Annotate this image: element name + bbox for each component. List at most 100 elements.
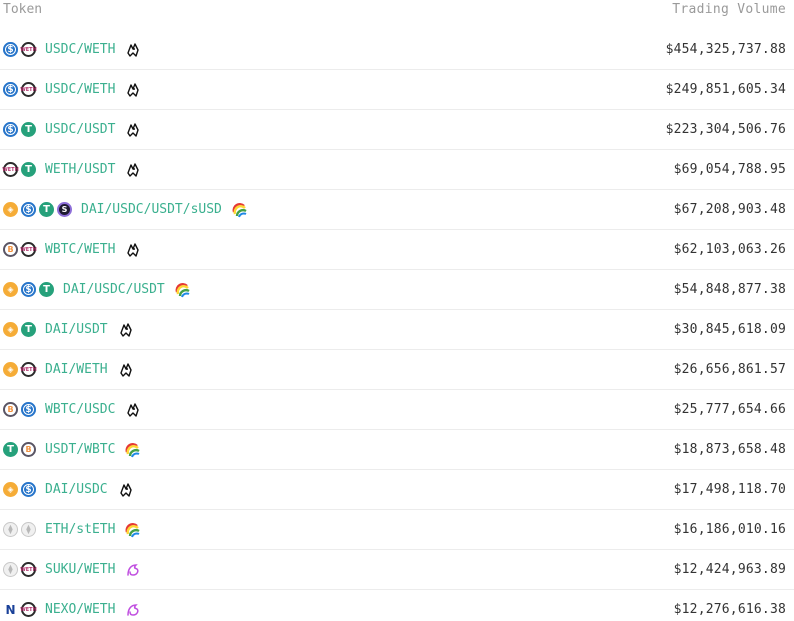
- table-row[interactable]: $ WETH USDC/WETH $454,325,737.88: [0, 30, 794, 70]
- sushi-icon: [125, 162, 141, 178]
- table-row[interactable]: ⧫ ⧫ ETH/stETH $16,186,010.16: [0, 510, 794, 550]
- token-icons: WETH T: [2, 162, 39, 177]
- trading-volume-value: $69,054,788.95: [673, 162, 786, 177]
- table-row[interactable]: B $ WBTC/USDC $25,777,654.66: [0, 390, 794, 430]
- pair-link[interactable]: DAI/USDC/USDT: [63, 282, 165, 297]
- token-cell: B $ WBTC/USDC: [3, 402, 141, 418]
- table-row[interactable]: B WETH WBTC/WETH $62,103,063.26: [0, 230, 794, 270]
- trading-volume-value: $16,186,010.16: [673, 522, 786, 537]
- column-header-token[interactable]: Token: [3, 2, 42, 17]
- trading-volume-value: $67,208,903.48: [673, 202, 786, 217]
- table-row[interactable]: T B USDT/WBTC $18,873,658.48: [0, 430, 794, 470]
- usdc-token-icon: $: [3, 42, 18, 57]
- trading-volume-value: $12,276,616.38: [673, 602, 786, 617]
- token-cell: ◈ $ T DAI/USDC/USDT: [3, 282, 191, 298]
- weth-token-icon: WETH: [20, 82, 37, 97]
- usdt-token-icon: T: [21, 322, 36, 337]
- token-icons: $ WETH: [3, 82, 39, 97]
- table-row[interactable]: ◈ T DAI/USDT $30,845,618.09: [0, 310, 794, 350]
- pair-link[interactable]: WBTC/USDC: [45, 402, 115, 417]
- weth-token-icon: WETH: [20, 242, 37, 257]
- usdt-token-icon: T: [21, 162, 36, 177]
- dai-token-icon: ◈: [3, 322, 18, 337]
- pair-link[interactable]: WBTC/WETH: [45, 242, 115, 257]
- usdt-token-icon: T: [3, 442, 18, 457]
- table-row[interactable]: WETH T WETH/USDT $69,054,788.95: [0, 150, 794, 190]
- token-icons: ◈ $ T: [3, 282, 57, 297]
- token-icons: ◈ WETH: [3, 362, 39, 377]
- trading-volume-value: $30,845,618.09: [673, 322, 786, 337]
- sushi-icon: [125, 402, 141, 418]
- token-icons: B WETH: [3, 242, 39, 257]
- dai-token-icon: ◈: [3, 482, 18, 497]
- susd-token-icon: S: [57, 202, 72, 217]
- sushi-icon: [125, 82, 141, 98]
- table-row[interactable]: $ WETH USDC/WETH $249,851,605.34: [0, 70, 794, 110]
- trading-volume-table: Token Trading Volume $ WETH USDC/WETH $454,…: [0, 0, 794, 621]
- token-icons: $ T: [3, 122, 39, 137]
- pair-link[interactable]: DAI/USDT: [45, 322, 108, 337]
- usdt-token-icon: T: [39, 202, 54, 217]
- usdc-token-icon: $: [3, 82, 18, 97]
- pair-link[interactable]: NEXO/WETH: [45, 602, 115, 617]
- token-cell: $ T USDC/USDT: [3, 122, 141, 138]
- steth-token-icon: ⧫: [21, 522, 36, 537]
- token-icons: TB: [3, 442, 39, 457]
- pair-link[interactable]: DAI/WETH: [45, 362, 108, 377]
- token-cell: ◈ $ T S DAI/USDC/USDT/sUSD: [3, 202, 248, 218]
- pair-link[interactable]: WETH/USDT: [45, 162, 115, 177]
- sushi-icon: [118, 482, 134, 498]
- sushi-icon: [125, 122, 141, 138]
- trading-volume-value: $62,103,063.26: [673, 242, 786, 257]
- trading-volume-value: $223,304,506.76: [665, 122, 786, 137]
- pair-link[interactable]: DAI/USDC/USDT/sUSD: [81, 202, 222, 217]
- pair-link[interactable]: USDC/WETH: [45, 42, 115, 57]
- table-row[interactable]: ◈ WETH DAI/WETH $26,656,861.57: [0, 350, 794, 390]
- column-header-trading-volume[interactable]: Trading Volume: [672, 2, 786, 17]
- token-icons: ◈ $: [3, 482, 39, 497]
- trading-volume-value: $454,325,737.88: [665, 42, 786, 57]
- usdc-token-icon: $: [21, 402, 36, 417]
- trading-volume-value: $25,777,654.66: [673, 402, 786, 417]
- token-icons: B $: [3, 402, 39, 417]
- usdt-token-icon: T: [39, 282, 54, 297]
- wbtc-token-icon: B: [3, 402, 18, 417]
- table-row[interactable]: ◈ $ T S DAI/USDC/USDT/sUSD $67,208,903.48: [0, 190, 794, 230]
- uniswap-icon: [125, 602, 141, 618]
- table-row[interactable]: $ T USDC/USDT $223,304,506.76: [0, 110, 794, 150]
- pair-link[interactable]: SUKU/WETH: [45, 562, 115, 577]
- wbtc-token-icon: B: [3, 242, 18, 257]
- pair-link[interactable]: USDT/WBTC: [45, 442, 115, 457]
- token-cell: $ WETH USDC/WETH: [3, 82, 141, 98]
- usdc-token-icon: $: [21, 482, 36, 497]
- weth-token-icon: WETH: [20, 602, 37, 617]
- table-row[interactable]: ◈ $ T DAI/USDC/USDT $54,848,877.38: [0, 270, 794, 310]
- usdc-token-icon: $: [21, 202, 36, 217]
- token-icons: $ WETH: [3, 42, 39, 57]
- curve-icon: [232, 202, 248, 218]
- sushi-icon: [125, 42, 141, 58]
- pair-link[interactable]: ETH/stETH: [45, 522, 115, 537]
- table-row[interactable]: ◈ $ DAI/USDC $17,498,118.70: [0, 470, 794, 510]
- curve-icon: [175, 282, 191, 298]
- token-icons: ⧫ ⧫: [3, 522, 39, 537]
- usdt-token-icon: T: [21, 122, 36, 137]
- weth-token-icon: WETH: [20, 362, 37, 377]
- trading-volume-value: $249,851,605.34: [665, 82, 786, 97]
- pair-link[interactable]: USDC/WETH: [45, 82, 115, 97]
- token-cell: ⧫ WETH SUKU/WETH: [3, 562, 141, 578]
- weth-token-icon: WETH: [20, 42, 37, 57]
- trading-volume-value: $17,498,118.70: [673, 482, 786, 497]
- pair-link[interactable]: DAI/USDC: [45, 482, 108, 497]
- table-row[interactable]: N WETH NEXO/WETH $12,276,616.38: [0, 590, 794, 621]
- token-cell: T B USDT/WBTC: [3, 442, 141, 458]
- eth-token-icon: ⧫: [3, 522, 18, 537]
- table-row[interactable]: ⧫ WETH SUKU/WETH $12,424,963.89: [0, 550, 794, 590]
- curve-icon: [125, 442, 141, 458]
- token-cell: ◈ $ DAI/USDC: [3, 482, 134, 498]
- token-icons: N WETH: [3, 602, 39, 617]
- pair-link[interactable]: USDC/USDT: [45, 122, 115, 137]
- token-cell: ◈ WETH DAI/WETH: [3, 362, 134, 378]
- table-header: Token Trading Volume: [0, 0, 794, 30]
- table-body: $ WETH USDC/WETH $454,325,737.88 $ WETH USDC/W…: [0, 30, 794, 621]
